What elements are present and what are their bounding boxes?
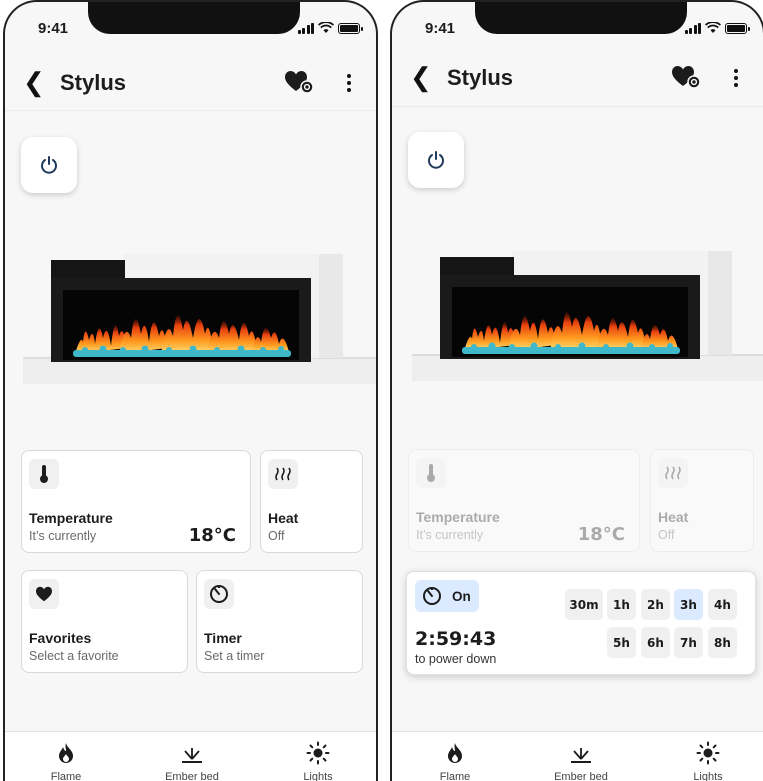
battery-icon [725,22,750,34]
header-divider [392,106,763,107]
power-button[interactable] [21,137,77,193]
nav-label-ember-bed: Ember bed [554,771,608,781]
nav-item-flame[interactable]: Flame [410,732,500,781]
temperature-value: 18°C [188,525,236,546]
cellular-signal-icon [297,22,314,34]
nav-label-ember-bed: Ember bed [165,771,219,781]
temperature-title: Temperature [29,510,113,526]
timer-option-8h[interactable]: 8h [708,627,737,658]
back-chevron-icon[interactable]: ❮ [410,63,432,91]
heat-waves-icon [658,458,688,488]
power-button[interactable] [408,132,464,188]
phone-screen-default: 9:41 ❮ Stylus Temperature It’s currently… [3,0,378,781]
heat-title: Heat [658,509,689,525]
thermometer-icon [416,458,446,488]
flame-icon [448,743,462,763]
heat-status: Off [658,528,675,542]
timer-option-5h[interactable]: 5h [607,627,636,658]
app-header: ❮ Stylus [392,57,763,101]
timer-card[interactable]: Timer Set a timer [196,570,363,673]
sun-icon [306,741,330,765]
timer-option-3h[interactable]: 3h [674,589,703,620]
sun-icon [696,741,720,765]
timer-option-7h[interactable]: 7h [674,627,703,658]
timer-icon [204,579,234,609]
flame-icon [59,743,73,763]
wifi-icon [705,22,721,33]
app-header: ❮ Stylus [5,62,376,106]
timer-panel: On 2:59:43 to power down 30m 1h 2h 3h 4h… [406,571,756,675]
thermometer-icon [29,459,59,489]
timer-title: Timer [204,630,242,646]
heat-waves-icon [268,459,298,489]
heat-title: Heat [268,510,299,526]
fireplace-image [412,251,763,381]
ember-bed-icon [182,748,202,763]
heat-status: Off [268,529,285,543]
battery-icon [338,22,363,34]
timer-subtitle: Set a timer [204,649,265,663]
nav-item-lights[interactable]: Lights [273,732,363,781]
status-bar: 9:41 [5,18,376,40]
bottom-navigation: Flame Ember bed Lights [392,731,763,781]
add-favorite-icon[interactable] [284,70,314,96]
nav-item-ember-bed[interactable]: Ember bed [536,732,626,781]
temperature-subtitle: It’s currently [29,529,97,543]
nav-item-lights[interactable]: Lights [663,732,753,781]
nav-item-ember-bed[interactable]: Ember bed [147,732,237,781]
bottom-navigation: Flame Ember bed Lights [5,731,376,781]
fireplace-image [23,254,376,384]
header-divider [5,110,376,111]
favorites-title: Favorites [29,630,92,646]
nav-label-flame: Flame [50,771,82,781]
favorites-subtitle: Select a favorite [29,649,119,663]
nav-label-flame: Flame [439,771,471,781]
timer-countdown-label: to power down [415,652,497,666]
timer-option-6h[interactable]: 6h [641,627,670,658]
temperature-card[interactable]: Temperature It’s currently 18°C [21,450,251,553]
status-time: 9:41 [38,20,69,37]
timer-option-30m[interactable]: 30m [565,589,603,620]
heat-card: Heat Off [650,449,754,552]
timer-option-4h[interactable]: 4h [708,589,737,620]
nav-item-flame[interactable]: Flame [21,732,111,781]
cellular-signal-icon [684,22,701,34]
favorites-card[interactable]: Favorites Select a favorite [21,570,188,673]
page-title: Stylus [60,70,127,95]
timer-toggle[interactable]: On [415,580,479,612]
wifi-icon [318,22,334,33]
timer-option-2h[interactable]: 2h [641,589,670,620]
temperature-value: 18°C [577,524,625,545]
ember-bed-icon [571,748,591,763]
page-title: Stylus [447,65,514,90]
timer-countdown: 2:59:43 [415,628,497,650]
status-bar: 9:41 [392,18,763,40]
temperature-subtitle: It’s currently [416,528,484,542]
power-icon [428,151,444,169]
status-time: 9:41 [425,20,456,37]
timer-option-1h[interactable]: 1h [607,589,636,620]
add-favorite-icon[interactable] [671,65,701,91]
nav-label-lights: Lights [693,771,723,781]
back-chevron-icon[interactable]: ❮ [23,68,45,96]
temperature-card: Temperature It’s currently 18°C [408,449,640,552]
heat-card[interactable]: Heat Off [260,450,363,553]
heart-icon [29,579,59,609]
more-options-icon[interactable] [342,70,356,96]
temperature-title: Temperature [416,509,500,525]
timer-state-label: On [452,588,471,604]
more-options-icon[interactable] [729,65,743,91]
nav-label-lights: Lights [303,771,333,781]
phone-screen-timer-active: 9:41 ❮ Stylus Temperature It’s currently… [390,0,763,781]
power-icon [41,156,57,174]
timer-icon [423,587,441,605]
